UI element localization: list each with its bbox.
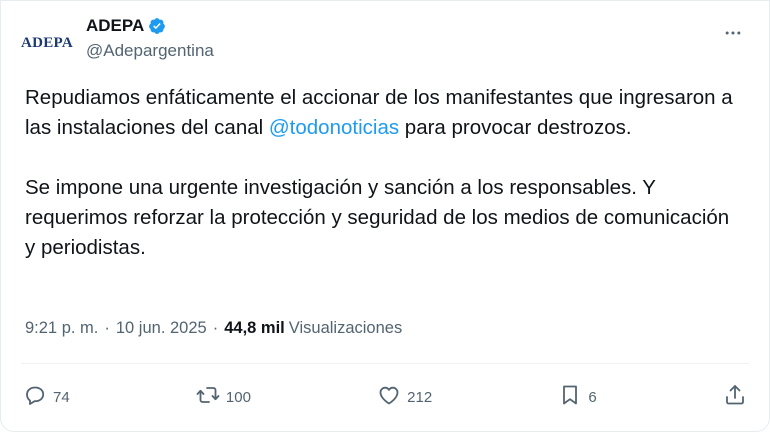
verified-badge-icon: [148, 17, 166, 35]
tweet-paragraph-2: Se impone una urgente investigación y sa…: [25, 176, 730, 259]
tweet-meta: 9:21 p. m. · 10 jun. 2025 · 44,8 mil Vis…: [25, 319, 402, 338]
bookmark-button[interactable]: 6: [558, 383, 597, 411]
display-name[interactable]: ADEPA: [86, 16, 144, 36]
bookmark-count: 6: [588, 388, 597, 406]
tweet-time[interactable]: 9:21 p. m.: [25, 319, 98, 338]
author-info: ADEPA @Adepargentina: [86, 15, 214, 61]
name-row: ADEPA: [86, 15, 214, 37]
separator: ·: [104, 319, 110, 337]
tweet-text-part: para provocar destrozos.: [399, 116, 632, 139]
share-icon: [723, 383, 747, 411]
like-count: 212: [407, 388, 433, 406]
like-button[interactable]: 212: [377, 383, 432, 411]
action-bar: 74 100 212 6: [23, 379, 747, 415]
reply-button[interactable]: 74: [23, 383, 70, 411]
views-label: Visualizaciones: [288, 319, 403, 337]
tweet-card: ADEPA ADEPA @Adepargentina Repudiamos en…: [0, 0, 770, 432]
tweet-text: Repudiamos enfáticamente el accionar de …: [25, 83, 745, 263]
repost-icon: [196, 383, 220, 411]
repost-count: 100: [225, 388, 251, 406]
reply-icon: [23, 383, 47, 411]
tweet-date[interactable]: 10 jun. 2025: [116, 319, 207, 338]
views-count: 44,8 mil: [224, 319, 285, 337]
avatar[interactable]: ADEPA: [21, 23, 73, 63]
bookmark-icon: [558, 383, 582, 411]
divider: [21, 363, 749, 364]
separator: ·: [212, 319, 219, 337]
like-icon: [377, 383, 401, 411]
handle[interactable]: @Adepargentina: [86, 41, 214, 61]
avatar-logo-text: ADEPA: [20, 34, 74, 51]
repost-button[interactable]: 100: [196, 383, 251, 411]
tweet-header: ADEPA ADEPA @Adepargentina: [21, 13, 749, 65]
mention-link[interactable]: @todonoticias: [269, 116, 399, 139]
share-button[interactable]: [723, 383, 747, 411]
reply-count: 74: [53, 388, 70, 406]
more-icon[interactable]: [721, 23, 745, 43]
tweet-paragraph-1: Repudiamos enfáticamente el accionar de …: [25, 83, 745, 143]
